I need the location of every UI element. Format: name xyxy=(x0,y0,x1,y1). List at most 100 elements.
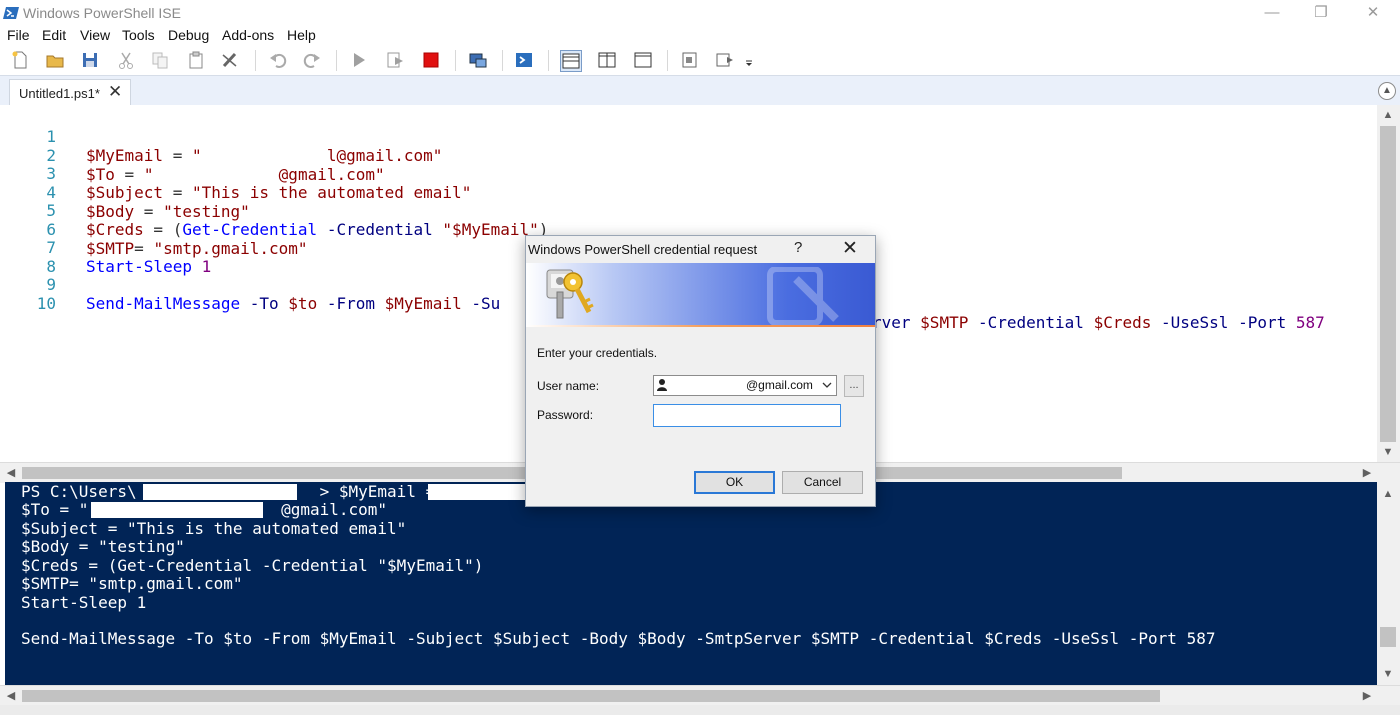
show-command-window-icon[interactable] xyxy=(680,50,700,70)
code-line: 1 $MyEmail = " l@gmail.com" xyxy=(0,108,1377,165)
console-line: $Subject = "This is the automated email" xyxy=(21,519,407,538)
scroll-up-icon[interactable]: ▲ xyxy=(1380,107,1396,123)
stop-icon[interactable] xyxy=(421,50,441,70)
console-pane[interactable]: PS C:\Users\ > $MyEmail = $To = " @gmail… xyxy=(5,482,1377,685)
code-line: 5 $Creds = (Get-Credential -Credential "… xyxy=(0,182,1377,239)
toolbar-separator xyxy=(455,50,456,71)
token-variable: $SMTP xyxy=(920,313,969,332)
show-script-pane-maximized-icon[interactable] xyxy=(633,50,653,70)
keys-icon xyxy=(546,269,594,319)
remote-powershell-icon[interactable] xyxy=(468,50,488,70)
run-selection-icon[interactable] xyxy=(385,50,405,70)
save-icon[interactable] xyxy=(80,50,100,70)
credential-dialog: Windows PowerShell credential request ? … xyxy=(525,235,876,507)
menu-help[interactable]: Help xyxy=(287,27,316,43)
token-variable: $to xyxy=(288,294,318,313)
browse-users-button[interactable]: ... xyxy=(844,375,864,397)
console-line: Send-MailMessage -To $to -From $MyEmail … xyxy=(21,629,1216,648)
dialog-banner xyxy=(526,263,875,325)
scroll-right-icon[interactable]: ▶ xyxy=(1359,688,1375,704)
credentials-prompt: Enter your credentials. xyxy=(537,346,658,360)
token-variable: $MyEmail xyxy=(384,294,462,313)
menu-debug[interactable]: Debug xyxy=(168,27,209,43)
token-variable: $Creds xyxy=(1093,313,1152,332)
new-file-icon[interactable] xyxy=(10,50,30,70)
redaction-box xyxy=(428,484,528,500)
redo-icon[interactable] xyxy=(302,50,322,70)
tab-untitled1[interactable]: Untitled1.ps1* ✕ xyxy=(9,79,131,107)
powershell-app-icon xyxy=(3,7,19,19)
console-vertical-scrollbar[interactable]: ▲ ▼ xyxy=(1377,482,1400,685)
menu-tools[interactable]: Tools xyxy=(122,27,155,43)
username-value: @gmail.com xyxy=(746,378,813,392)
menu-bar: File Edit View Tools Debug Add-ons Help xyxy=(0,26,1400,46)
banner-watermark-icon xyxy=(767,267,839,325)
console-vertical-scroll-thumb[interactable] xyxy=(1380,627,1396,647)
show-script-pane-right-icon[interactable] xyxy=(597,50,617,70)
menu-edit[interactable]: Edit xyxy=(42,27,66,43)
tab-close-icon[interactable]: ✕ xyxy=(108,82,122,102)
run-script-icon[interactable] xyxy=(349,50,369,70)
editor-vertical-scroll-thumb[interactable] xyxy=(1380,126,1396,442)
console-line: Start-Sleep 1 xyxy=(21,593,147,612)
scroll-left-icon[interactable]: ◀ xyxy=(3,465,19,481)
token-number: 587 xyxy=(1295,313,1325,332)
tab-scroll-up-icon[interactable]: ▲ xyxy=(1378,82,1396,100)
chevron-down-icon[interactable] xyxy=(820,377,834,393)
code-text-continued: rver $SMTP -Credential $Creds -UseSsl -P… xyxy=(872,313,1325,332)
paste-icon[interactable] xyxy=(186,50,206,70)
console-horizontal-scrollbar[interactable]: ◀ ▶ xyxy=(0,685,1400,706)
toolbar-separator xyxy=(255,50,256,71)
console-line: $Body = "testing" xyxy=(21,537,185,556)
toolbar xyxy=(0,46,1400,75)
banner-divider xyxy=(526,325,875,327)
toolbar-separator xyxy=(336,50,337,71)
show-script-pane-top-icon[interactable] xyxy=(560,50,582,72)
clear-icon[interactable] xyxy=(220,50,240,70)
ok-button[interactable]: OK xyxy=(694,471,775,494)
scroll-right-icon[interactable]: ▶ xyxy=(1359,465,1375,481)
password-field[interactable] xyxy=(653,404,841,427)
editor-vertical-scrollbar[interactable]: ▲ ▼ xyxy=(1377,105,1400,462)
dialog-close-icon[interactable]: ✕ xyxy=(842,237,858,260)
console-horizontal-scroll-thumb[interactable] xyxy=(22,690,1160,702)
tab-label: Untitled1.ps1* xyxy=(19,86,100,101)
cut-icon[interactable] xyxy=(116,50,136,70)
copy-icon[interactable] xyxy=(150,50,170,70)
powershell-icon[interactable] xyxy=(514,50,534,70)
user-icon xyxy=(657,379,667,391)
restore-button[interactable]: ❐ xyxy=(1298,0,1344,26)
code-text: Send-MailMessage -To $to -From $MyEmail … xyxy=(86,294,500,313)
help-icon[interactable]: ? xyxy=(794,239,802,256)
dialog-title: Windows PowerShell credential request xyxy=(528,242,758,257)
token-command: Send-MailMessage xyxy=(86,294,241,313)
scroll-left-icon[interactable]: ◀ xyxy=(3,688,19,704)
scroll-up-icon[interactable]: ▲ xyxy=(1380,486,1396,502)
toolbar-overflow-icon[interactable] xyxy=(744,58,754,68)
password-label: Password: xyxy=(537,408,594,422)
menu-add-ons[interactable]: Add-ons xyxy=(222,27,274,43)
menu-file[interactable]: File xyxy=(7,27,30,43)
token-parameter: -To xyxy=(240,294,289,313)
redaction-box xyxy=(91,502,263,518)
close-window-button[interactable]: ✕ xyxy=(1350,0,1396,26)
cancel-button[interactable]: Cancel xyxy=(782,471,863,494)
code-line: 4 $Body = "testing" xyxy=(0,164,1377,221)
open-file-icon[interactable] xyxy=(45,50,65,70)
toolbar-separator xyxy=(502,50,503,71)
scroll-down-icon[interactable]: ▼ xyxy=(1380,666,1396,682)
status-bar xyxy=(0,705,1400,715)
line-number: 10 xyxy=(36,294,56,313)
token-parameter: -From xyxy=(317,294,385,313)
toolbar-separator xyxy=(548,50,549,71)
undo-icon[interactable] xyxy=(268,50,288,70)
token-parameter: -Credential xyxy=(968,313,1094,332)
code-line: 3 $Subject = "This is the automated emai… xyxy=(0,145,1377,202)
console-line: $SMTP= "smtp.gmail.com" xyxy=(21,574,243,593)
username-combobox[interactable]: @gmail.com xyxy=(653,375,837,396)
minimize-button[interactable]: — xyxy=(1249,0,1295,26)
menu-view[interactable]: View xyxy=(80,27,110,43)
show-command-addon-icon[interactable] xyxy=(715,50,735,70)
token-parameter: rver xyxy=(872,313,921,332)
scroll-down-icon[interactable]: ▼ xyxy=(1380,444,1396,460)
